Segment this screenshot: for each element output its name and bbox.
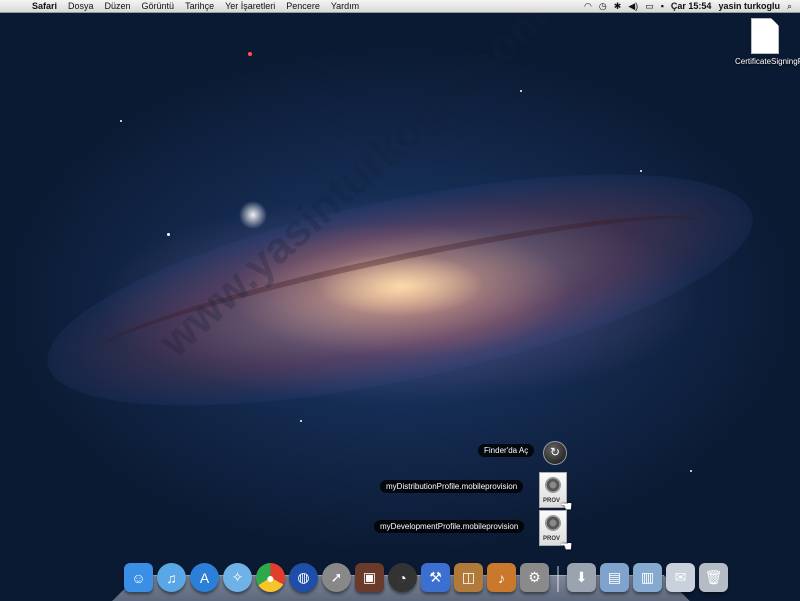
user-menu[interactable]: yasin turkoglu <box>718 1 780 11</box>
document-icon <box>751 18 779 54</box>
dock-separator <box>557 566 559 592</box>
menu-tarihce[interactable]: Tarihçe <box>185 1 214 11</box>
gear-icon <box>545 477 561 493</box>
spotlight-icon[interactable]: ⌕ <box>787 1 792 12</box>
menu-yer-isaretleri[interactable]: Yer İşaretleri <box>225 1 275 11</box>
iphoto-icon[interactable]: ◫ <box>454 563 483 592</box>
desktop-wallpaper: www.yasinturkoglu.com <box>0 0 800 600</box>
star <box>520 90 522 92</box>
menu-dosya[interactable]: Dosya <box>68 1 94 11</box>
menu-yardim[interactable]: Yardım <box>331 1 359 11</box>
trash-icon[interactable]: 🗑 <box>699 563 728 592</box>
app-store-icon[interactable]: A <box>190 563 219 592</box>
finder-icon[interactable]: ☺ <box>124 563 153 592</box>
photo-booth-icon[interactable]: ▣ <box>355 563 384 592</box>
menu-duzen[interactable]: Düzen <box>105 1 131 11</box>
star <box>690 470 692 472</box>
stack-file-label-distribution[interactable]: myDistributionProfile.mobileprovision <box>380 480 523 493</box>
documents-folder-icon[interactable]: ▥ <box>633 563 662 592</box>
desktop-file-label: CertificateSigningR...quest <box>735 57 795 66</box>
desktop-file-certificate[interactable]: CertificateSigningR...quest <box>735 18 795 66</box>
time-machine-icon[interactable]: ◷ <box>599 1 607 12</box>
file-type-tag: PROV <box>543 498 560 504</box>
open-in-finder-label[interactable]: Finder'da Aç <box>478 444 534 457</box>
volume-icon[interactable]: ◀) <box>628 1 638 12</box>
stack-file-label-development[interactable]: myDevelopmentProfile.mobileprovision <box>374 520 524 533</box>
safari-icon[interactable]: ✧ <box>223 563 252 592</box>
app-menu[interactable]: Safari <box>32 1 57 11</box>
menu-bar: Safari Dosya Düzen Görüntü Tarihçe Yer İ… <box>0 0 800 13</box>
xcode-icon[interactable]: ⚒ <box>421 563 450 592</box>
menu-goruntu[interactable]: Görüntü <box>142 1 175 11</box>
star <box>640 170 642 172</box>
menu-pencere[interactable]: Pencere <box>286 1 320 11</box>
chrome-icon[interactable]: ● <box>256 563 285 592</box>
dock: ☺ ♫ A ✧ ● ◍ ➚ ▣ ◔ ⚒ ◫ ♪ ⚙ ⬇ ▤ ▥ ✉ 🗑 <box>124 562 728 592</box>
star <box>120 120 122 122</box>
garageband-icon[interactable]: ♪ <box>487 563 516 592</box>
star <box>300 420 302 422</box>
star <box>248 52 252 56</box>
mail-preview-icon[interactable]: ✉ <box>666 563 695 592</box>
star <box>167 233 170 236</box>
itunes-icon[interactable]: ♫ <box>157 563 186 592</box>
launchpad-icon[interactable]: ➚ <box>322 563 351 592</box>
flag-icon[interactable]: ▪ <box>661 1 664 11</box>
file-type-tag: PROV <box>543 536 560 542</box>
dashboard-icon[interactable]: ◔ <box>388 563 417 592</box>
hand-cursor-icon: ☚ <box>560 538 573 555</box>
google-earth-icon[interactable]: ◍ <box>289 563 318 592</box>
wifi-icon[interactable]: ◠ <box>584 1 592 12</box>
downloads-stack-icon[interactable]: ⬇ <box>567 563 596 592</box>
bluetooth-icon[interactable]: ✱ <box>614 1 622 12</box>
system-preferences-icon[interactable]: ⚙ <box>520 563 549 592</box>
menu-clock[interactable]: Çar 15:54 <box>671 1 712 11</box>
open-in-finder-arrow-icon[interactable]: ↻ <box>543 441 567 465</box>
battery-icon[interactable]: ▭ <box>645 1 654 12</box>
gear-icon <box>545 515 561 531</box>
applications-folder-icon[interactable]: ▤ <box>600 563 629 592</box>
